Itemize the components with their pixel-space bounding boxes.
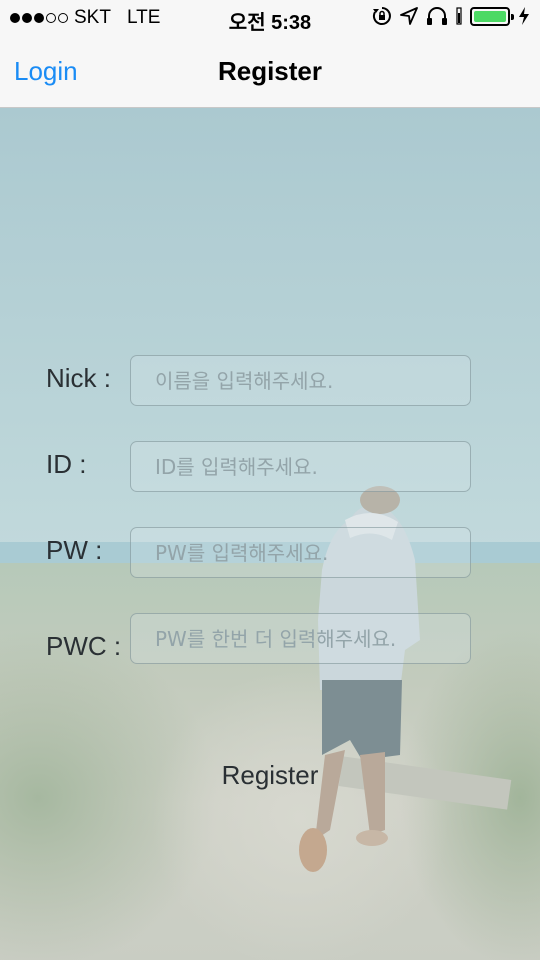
status-right (372, 6, 530, 26)
nick-input[interactable] (130, 355, 471, 406)
id-row: ID : (0, 441, 540, 493)
nick-label: Nick : (46, 363, 111, 393)
id-input[interactable] (130, 441, 471, 492)
pwc-input[interactable] (130, 613, 471, 664)
id-label: ID : (46, 449, 87, 479)
battery-icon (470, 6, 514, 26)
battery-level-icon (456, 7, 462, 25)
rotation-lock-icon (372, 7, 391, 25)
headphones-icon (427, 7, 447, 25)
navigation-bar: Login Register (0, 34, 540, 108)
register-button[interactable]: Register (0, 760, 540, 791)
pw-row: PW : (0, 527, 540, 579)
pw-label: PW : (46, 535, 103, 565)
pwc-label: PWC : (46, 631, 122, 661)
status-bar: SKT LTE 오전 5:38 (0, 0, 540, 34)
charging-bolt-icon (519, 7, 529, 25)
pw-input[interactable] (130, 527, 471, 578)
location-arrow-icon (400, 7, 418, 25)
pwc-row: PWC : (0, 613, 540, 665)
page-title: Register (217, 56, 323, 86)
nick-row: Nick : (0, 355, 540, 407)
